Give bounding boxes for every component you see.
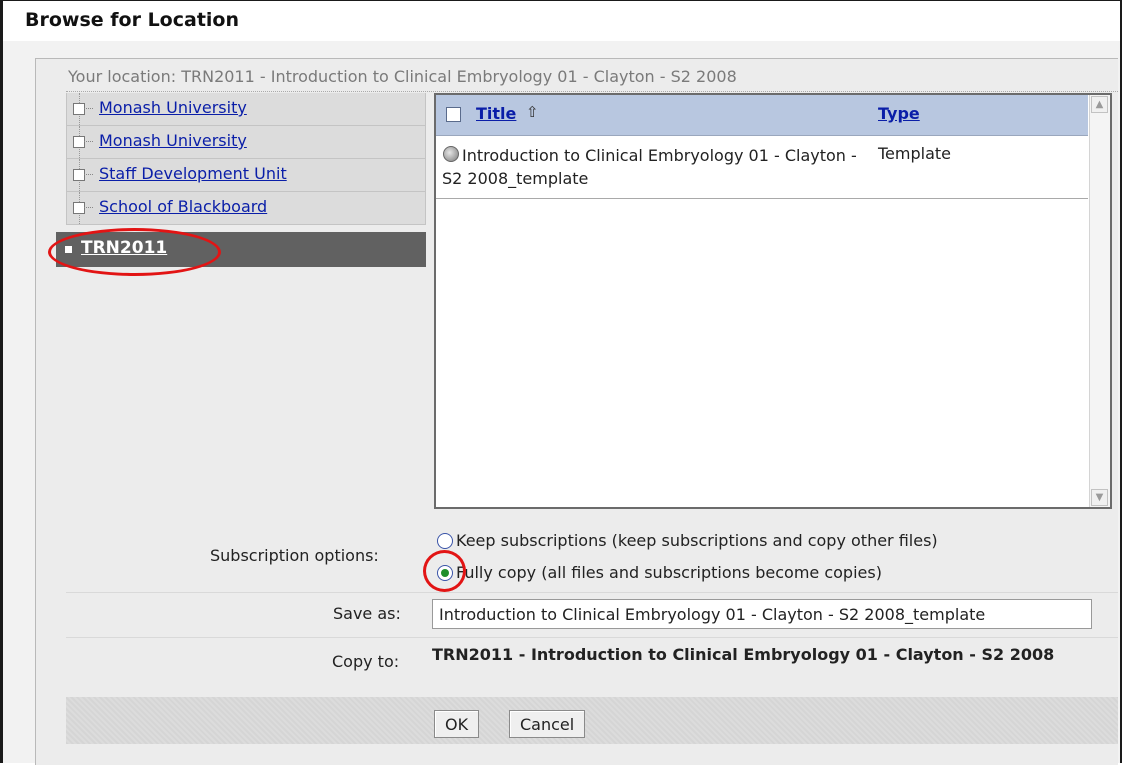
- tree-item-link[interactable]: Staff Development Unit: [99, 164, 287, 183]
- copy-to-label: Copy to:: [332, 652, 400, 671]
- tree-item-school-of-blackboard[interactable]: School of Blackboard: [66, 192, 426, 225]
- dialog-titlebar: Browse for Location: [3, 1, 1120, 41]
- tree-node-icon: [73, 136, 85, 148]
- tree-node-icon: [73, 103, 85, 115]
- current-location-text: Your location: TRN2011 - Introduction to…: [68, 67, 737, 86]
- tree-item-monash-university-2[interactable]: Monash University: [66, 126, 426, 159]
- vertical-scrollbar[interactable]: ▲ ▼: [1089, 95, 1110, 507]
- tree-item-monash-university-1[interactable]: Monash University: [66, 93, 426, 126]
- cancel-button[interactable]: Cancel: [509, 710, 586, 738]
- tree-item-link[interactable]: Monash University: [99, 131, 247, 150]
- tree-connector: [84, 108, 93, 109]
- row-divider: [66, 637, 1118, 638]
- copy-to-value: TRN2011 - Introduction to Clinical Embry…: [432, 645, 1055, 664]
- subscription-options-label: Subscription options:: [210, 546, 379, 565]
- save-as-label: Save as:: [333, 604, 401, 623]
- annotation-highlight-circle: [423, 550, 466, 592]
- column-header-type[interactable]: Type: [878, 104, 920, 123]
- tree-item-link[interactable]: Monash University: [99, 98, 247, 117]
- scroll-down-arrow-icon[interactable]: ▼: [1091, 489, 1108, 506]
- dialog-title: Browse for Location: [25, 9, 239, 31]
- tree-connector: [84, 207, 93, 208]
- dialog-content-panel: Your location: TRN2011 - Introduction to…: [35, 58, 1118, 765]
- content-list-panel: Title ⇧ Type Introduction to Clinical Em…: [434, 93, 1112, 509]
- column-header-title[interactable]: Title: [476, 104, 516, 123]
- fully-copy-label[interactable]: Fully copy (all files and subscriptions …: [456, 563, 882, 582]
- list-row[interactable]: Introduction to Clinical Embryology 01 -…: [436, 136, 1088, 199]
- row-type: Template: [878, 144, 952, 163]
- scroll-up-arrow-icon[interactable]: ▲: [1091, 96, 1108, 113]
- tree-item-link[interactable]: School of Blackboard: [99, 197, 267, 216]
- select-all-checkbox[interactable]: [446, 107, 461, 122]
- button-bar: OK Cancel: [66, 697, 1118, 744]
- tree-item-staff-development-unit[interactable]: Staff Development Unit: [66, 159, 426, 192]
- browse-for-location-dialog: Browse for Location Your location: TRN20…: [0, 0, 1122, 765]
- tree-node-icon: [73, 202, 85, 214]
- annotation-highlight-circle: [48, 228, 221, 276]
- tree-connector: [84, 174, 93, 175]
- keep-subscriptions-radio[interactable]: [437, 533, 453, 549]
- tree-connector: [84, 141, 93, 142]
- list-header: Title ⇧ Type: [436, 95, 1088, 136]
- row-title: Introduction to Clinical Embryology 01 -…: [442, 146, 857, 188]
- tree-node-icon: [73, 169, 85, 181]
- sort-up-arrow-icon: ⇧: [526, 103, 539, 121]
- ok-button[interactable]: OK: [434, 710, 480, 738]
- save-as-input[interactable]: [432, 599, 1092, 629]
- location-tree: Monash University Monash University Staf…: [66, 93, 426, 225]
- keep-subscriptions-label[interactable]: Keep subscriptions (keep subscriptions a…: [456, 531, 938, 550]
- row-divider: [66, 592, 1118, 593]
- location-divider: [66, 91, 1118, 92]
